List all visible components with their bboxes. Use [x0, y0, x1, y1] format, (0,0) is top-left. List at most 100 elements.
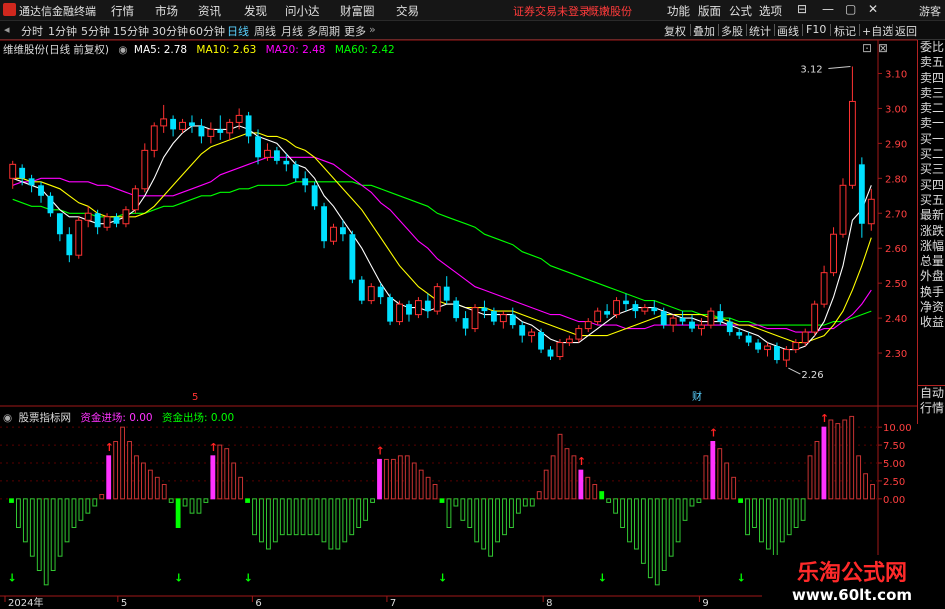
quote-field-3: 卖三	[919, 85, 944, 100]
candle-body-down	[56, 213, 63, 235]
indicator-bar-positive	[377, 458, 382, 500]
candle-body-up	[584, 321, 592, 330]
candle-body-up	[565, 338, 573, 344]
candle-body-up	[131, 188, 139, 211]
chart-area[interactable]: ↑↑↑↑↑↑↑↑↑↑↑↓↓↓↓↓↓↓↓↓↓ 3.103.002.902.802.…	[0, 0, 917, 609]
candle-body-up	[830, 233, 837, 274]
candle-body-down	[660, 311, 667, 326]
candle-body-down	[66, 234, 73, 256]
indicator-bar-positive	[397, 455, 403, 500]
indicator-bar-negative	[509, 498, 514, 529]
buy-arrow-icon: ↑	[209, 441, 218, 454]
indicator-bar-positive	[231, 462, 237, 500]
indicator-tick-label: 10.00	[883, 423, 912, 434]
candle-body-down	[538, 332, 544, 350]
indicator-bar-positive	[842, 419, 848, 500]
indicator-bar-positive	[724, 462, 730, 500]
candle-body-down	[651, 307, 658, 312]
indicator-tick-label: 2.50	[883, 477, 905, 488]
indicator-bar-negative	[265, 498, 271, 550]
guest-user[interactable]: 游客	[919, 3, 941, 19]
indicator-bar-positive	[863, 473, 868, 500]
indicator-bar-negative	[502, 498, 507, 536]
quote-field-1: 卖五	[919, 55, 944, 70]
candle-body-up	[848, 100, 856, 186]
indicator-bar-negative	[481, 498, 487, 550]
candle-body-up	[414, 300, 422, 316]
indicator-bar-positive	[154, 476, 160, 500]
indicator-bar-positive	[384, 458, 389, 500]
indicator-bar-negative	[786, 498, 792, 536]
indicator-bar-negative	[488, 498, 494, 557]
indicator-bar-negative	[300, 498, 306, 536]
indicator-bar-negative	[71, 498, 77, 529]
candle-body-down	[321, 206, 327, 242]
candle-body-down	[189, 122, 195, 126]
candle-body-up	[264, 149, 271, 158]
indicator-bar-negative	[314, 498, 320, 536]
candle-body-down	[387, 297, 394, 322]
indicator-bar-negative	[759, 498, 764, 543]
quote-field-7: 买二	[919, 147, 944, 162]
indicator-bar-negative	[446, 498, 452, 529]
indicator-bar-positive	[99, 494, 105, 500]
indicator-bar-negative	[627, 498, 632, 543]
candle-body-up	[782, 349, 790, 361]
indicator-bar-negative	[321, 498, 327, 543]
candle-body-up	[613, 300, 620, 316]
indicator-tick-label: 5.00	[883, 459, 905, 470]
indicator-bar-positive	[411, 462, 417, 500]
watermark-url: www.60lt.com	[791, 586, 913, 604]
time-axis-label: 5	[121, 598, 127, 609]
buy-arrow-icon: ↑	[910, 0, 917, 3]
candle-body-down	[406, 304, 412, 315]
indicator-bar-positive	[731, 476, 737, 500]
indicator-bar-negative	[363, 498, 369, 521]
indicator-bar-positive	[856, 455, 862, 500]
candle-body-up	[820, 272, 828, 305]
candle-body-down	[717, 311, 724, 322]
indicator-bar-positive	[592, 484, 598, 500]
indicator-bar-positive	[814, 441, 820, 500]
high-pointer	[828, 65, 851, 69]
price-tick-label: 2.40	[885, 314, 907, 325]
candle-body-up	[556, 342, 564, 358]
indicator-bar-negative	[196, 498, 202, 514]
candle-body-down	[481, 307, 488, 312]
candle-body-up	[867, 198, 875, 225]
candle-body-up	[707, 310, 715, 326]
indicator-bar-positive	[828, 419, 834, 500]
indicator-bar-negative	[779, 498, 785, 543]
indicator-bar-negative	[515, 498, 521, 514]
quote-field-13: 涨幅	[919, 238, 944, 253]
sell-arrow-icon: ↓	[7, 571, 16, 584]
indicator-bar-positive	[134, 455, 139, 500]
indicator-bar-positive	[710, 441, 716, 500]
watermark-title: 乐淘公式网	[796, 561, 907, 586]
quote-field-11: 最新	[919, 208, 944, 223]
candle-body-up	[367, 286, 375, 302]
indicator-bar-positive	[585, 476, 591, 500]
indicator-bar-positive	[564, 448, 570, 500]
indicator-bar-positive	[147, 469, 153, 500]
price-tick-label: 3.10	[885, 69, 907, 80]
low-pointer	[788, 367, 801, 375]
quote-label[interactable]: 行情	[918, 401, 945, 416]
candle-body-up	[207, 128, 215, 137]
indicator-bar-positive	[106, 455, 112, 500]
indicator-bar-positive	[578, 469, 584, 500]
auto-label[interactable]: 自动	[918, 386, 945, 401]
auto-quote-panel: 自动 行情	[917, 385, 945, 424]
time-axis-label: 6	[255, 598, 261, 609]
indicator-bar-negative	[467, 498, 473, 529]
candle-body-down	[490, 311, 497, 322]
candle-body-up	[330, 226, 337, 242]
indicator-bar-negative	[36, 498, 42, 572]
candle-body-up	[103, 216, 111, 228]
candle-body-up	[235, 114, 243, 123]
indicator-bar-negative	[16, 498, 21, 529]
indicator-bar-negative	[696, 498, 702, 503]
indicator-bar-negative	[286, 498, 292, 536]
quote-field-5: 卖一	[919, 116, 944, 131]
quote-field-15: 外盘	[919, 269, 944, 284]
